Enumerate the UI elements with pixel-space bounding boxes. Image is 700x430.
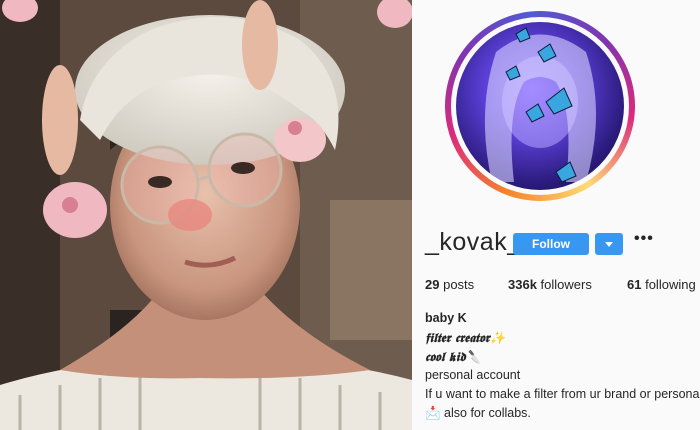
bio-line-filter-creator: 𝖋𝖎𝖑𝖙𝖊𝖗 𝖈𝖗𝖊𝖆𝖙𝖔𝖗✨ [425, 330, 506, 345]
follow-button[interactable]: Follow [513, 233, 589, 255]
profile-post-photo [0, 0, 412, 430]
profile-panel: _kovak_ Follow ••• 29 posts 336k followe… [412, 0, 700, 430]
avatar-gap [451, 17, 629, 195]
profile-bio: baby K 𝖋𝖎𝖑𝖙𝖊𝖗 𝖈𝖗𝖊𝖆𝖙𝖔𝖗✨ 𝖈𝖔𝖔𝖑 𝖐𝖎𝖉🔪 persona… [425, 309, 700, 423]
followers-link[interactable]: 336k followers [508, 277, 592, 292]
more-options-icon[interactable]: ••• [634, 231, 654, 252]
story-ring[interactable] [445, 11, 635, 201]
username: _kovak_ [425, 228, 522, 256]
following-number: 61 [627, 277, 642, 292]
posts-count: 29 posts [425, 277, 474, 292]
bio-line-collabs: 📩 also for collabs. [425, 406, 531, 420]
followers-label: followers [540, 277, 592, 292]
display-name: baby K [425, 311, 467, 325]
bio-line-cool-kid: 𝖈𝖔𝖔𝖑 𝖐𝖎𝖉🔪 [425, 349, 482, 364]
following-label: following [645, 277, 696, 292]
selfie-image [0, 0, 412, 430]
chevron-down-icon [605, 242, 613, 247]
suggested-accounts-button[interactable] [595, 233, 623, 255]
avatar-image [484, 27, 596, 183]
followers-number: 336k [508, 277, 537, 292]
following-link[interactable]: 61 following [627, 277, 696, 292]
bio-line-account-type: personal account [425, 368, 521, 382]
bio-line-filter-offer: If u want to make a filter from ur brand… [425, 387, 700, 401]
posts-label: posts [443, 277, 475, 292]
avatar[interactable] [456, 22, 624, 190]
posts-number: 29 [425, 277, 440, 292]
